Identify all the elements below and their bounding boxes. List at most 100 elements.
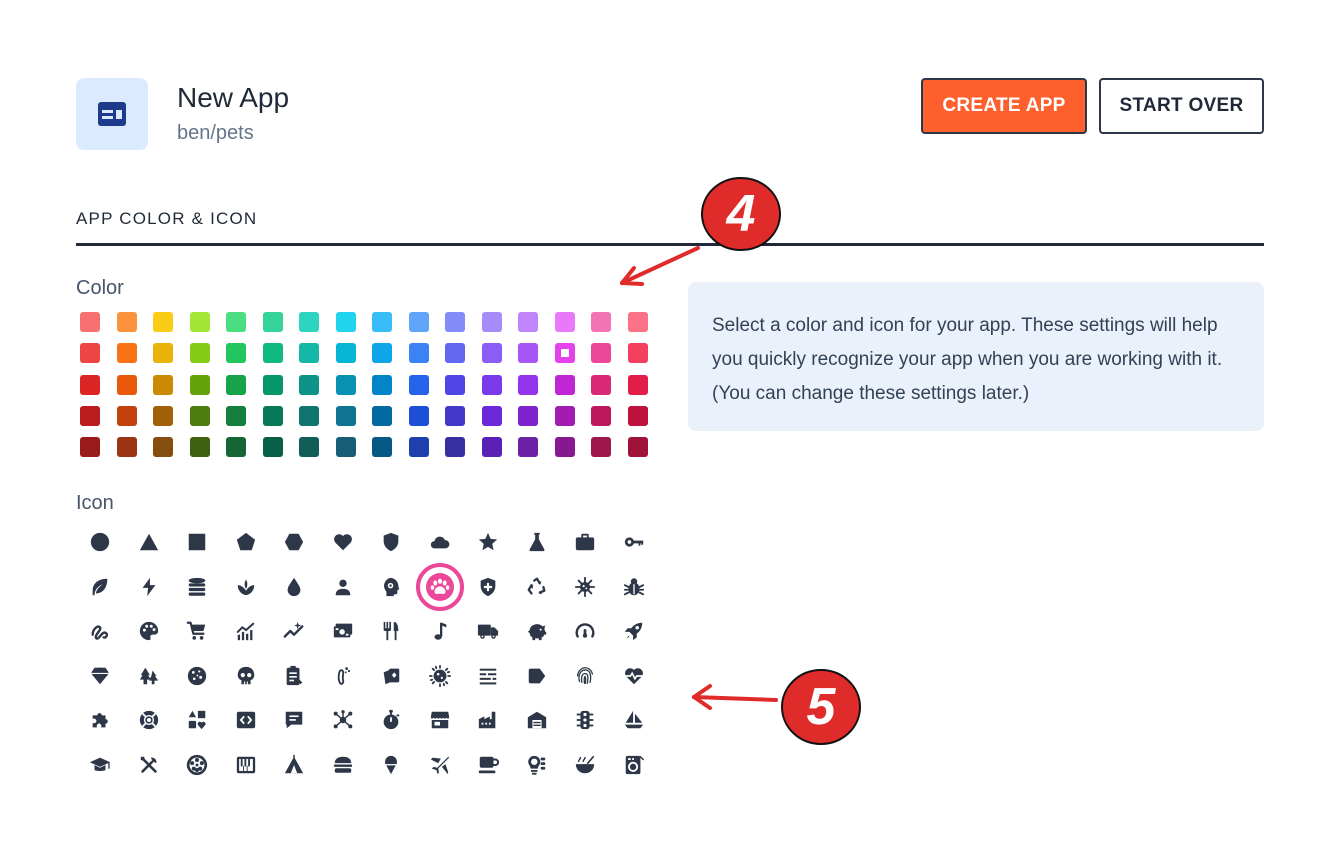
color-swatch[interactable] <box>591 437 611 457</box>
color-swatch[interactable] <box>299 343 319 363</box>
coffee-icon[interactable] <box>471 748 505 782</box>
water-drop-icon[interactable] <box>277 570 311 604</box>
square-icon[interactable] <box>180 525 214 559</box>
color-swatch[interactable] <box>372 312 392 332</box>
color-swatch[interactable] <box>445 343 465 363</box>
bug-icon[interactable] <box>617 570 651 604</box>
circle-icon[interactable] <box>83 525 117 559</box>
palette-icon[interactable] <box>132 614 166 648</box>
flask-icon[interactable] <box>520 525 554 559</box>
color-swatch[interactable] <box>518 343 538 363</box>
color-swatch[interactable] <box>117 343 137 363</box>
warehouse-icon[interactable] <box>520 703 554 737</box>
color-swatch[interactable] <box>263 375 283 395</box>
color-swatch[interactable] <box>336 406 356 426</box>
lightbulb-icon[interactable] <box>520 748 554 782</box>
shapes-icon[interactable] <box>180 703 214 737</box>
color-swatch[interactable] <box>409 312 429 332</box>
money-icon[interactable] <box>326 614 360 648</box>
comment-icon[interactable] <box>277 703 311 737</box>
start-over-button[interactable]: START OVER <box>1099 78 1264 134</box>
airplane-icon[interactable] <box>423 748 457 782</box>
skull-icon[interactable] <box>229 659 263 693</box>
diamond-icon[interactable] <box>83 659 117 693</box>
color-swatch[interactable] <box>153 406 173 426</box>
fingerprint-icon[interactable] <box>568 659 602 693</box>
lifebuoy-icon[interactable] <box>132 703 166 737</box>
chart-icon[interactable] <box>229 614 263 648</box>
color-swatch[interactable] <box>372 406 392 426</box>
color-swatch[interactable] <box>336 312 356 332</box>
color-swatch[interactable] <box>409 375 429 395</box>
tag-icon[interactable] <box>520 659 554 693</box>
color-swatch[interactable] <box>263 343 283 363</box>
color-swatch[interactable] <box>80 375 100 395</box>
triangle-icon[interactable] <box>132 525 166 559</box>
brain-icon[interactable] <box>374 570 408 604</box>
bolt-icon[interactable] <box>132 570 166 604</box>
color-swatch[interactable] <box>190 375 210 395</box>
color-swatch[interactable] <box>482 406 502 426</box>
hexagon-icon[interactable] <box>277 525 311 559</box>
color-swatch[interactable] <box>518 375 538 395</box>
database-icon[interactable] <box>180 570 214 604</box>
list-icon[interactable] <box>471 659 505 693</box>
color-swatch[interactable] <box>153 343 173 363</box>
color-swatch[interactable] <box>299 375 319 395</box>
color-swatch[interactable] <box>190 343 210 363</box>
color-swatch[interactable] <box>372 375 392 395</box>
color-swatch[interactable] <box>555 375 575 395</box>
cart-icon[interactable] <box>180 614 214 648</box>
color-swatch[interactable] <box>409 437 429 457</box>
color-swatch[interactable] <box>555 312 575 332</box>
burger-icon[interactable] <box>326 748 360 782</box>
code-icon[interactable] <box>229 703 263 737</box>
graduation-cap-icon[interactable] <box>83 748 117 782</box>
color-swatch[interactable] <box>336 375 356 395</box>
color-swatch[interactable] <box>153 375 173 395</box>
star-icon[interactable] <box>471 525 505 559</box>
color-swatch[interactable] <box>482 437 502 457</box>
traffic-light-icon[interactable] <box>568 703 602 737</box>
color-swatch[interactable] <box>226 343 246 363</box>
heartbeat-icon[interactable] <box>617 659 651 693</box>
color-swatch[interactable] <box>628 312 648 332</box>
color-swatch[interactable] <box>409 343 429 363</box>
film-reel-icon[interactable] <box>180 748 214 782</box>
color-swatch[interactable] <box>409 406 429 426</box>
color-swatch[interactable] <box>336 343 356 363</box>
color-swatch[interactable] <box>299 406 319 426</box>
bowl-icon[interactable] <box>568 748 602 782</box>
color-swatch[interactable] <box>117 406 137 426</box>
piano-icon[interactable] <box>229 748 263 782</box>
piggy-bank-icon[interactable] <box>520 614 554 648</box>
cookie-icon[interactable] <box>180 659 214 693</box>
color-swatch[interactable] <box>117 375 137 395</box>
recycle-icon[interactable] <box>520 570 554 604</box>
heart-icon[interactable] <box>326 525 360 559</box>
briefcase-icon[interactable] <box>568 525 602 559</box>
color-swatch[interactable] <box>445 312 465 332</box>
color-swatch[interactable] <box>263 437 283 457</box>
color-swatch[interactable] <box>628 375 648 395</box>
sailboat-icon[interactable] <box>617 703 651 737</box>
person-icon[interactable] <box>326 570 360 604</box>
color-swatch[interactable] <box>628 343 648 363</box>
color-swatch[interactable] <box>445 375 465 395</box>
color-swatch[interactable] <box>190 406 210 426</box>
color-swatch[interactable] <box>190 312 210 332</box>
utensils-icon[interactable] <box>374 614 408 648</box>
color-swatch[interactable] <box>263 406 283 426</box>
color-swatch[interactable] <box>226 312 246 332</box>
network-icon[interactable] <box>326 703 360 737</box>
laundry-icon[interactable] <box>617 748 651 782</box>
color-swatch[interactable] <box>153 437 173 457</box>
color-swatch[interactable] <box>117 437 137 457</box>
music-icon[interactable] <box>423 614 457 648</box>
leaf-icon[interactable] <box>83 570 117 604</box>
color-swatch[interactable] <box>591 343 611 363</box>
tools-icon[interactable] <box>132 748 166 782</box>
color-swatch[interactable] <box>445 437 465 457</box>
pentagon-icon[interactable] <box>229 525 263 559</box>
truck-icon[interactable] <box>471 614 505 648</box>
